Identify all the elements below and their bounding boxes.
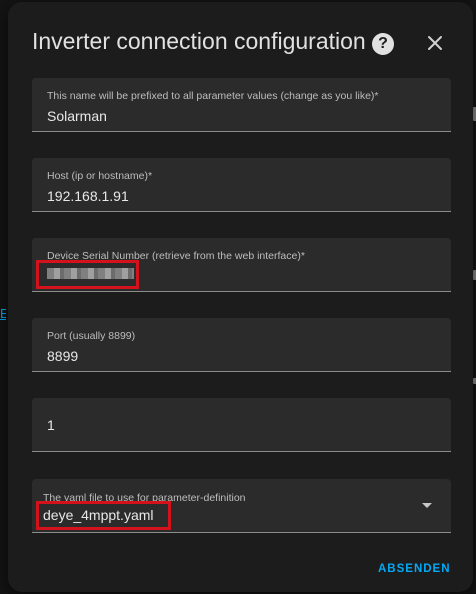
- close-icon[interactable]: [423, 31, 447, 55]
- number-input[interactable]: 1: [47, 416, 55, 434]
- highlight-box: [36, 501, 171, 530]
- host-label: Host (ip or hostname)*: [47, 170, 153, 182]
- number-field[interactable]: 1: [32, 398, 451, 452]
- host-field[interactable]: Host (ip or hostname)* 192.168.1.91: [32, 158, 451, 212]
- highlight-box: [36, 260, 139, 289]
- port-field[interactable]: Port (usually 8899) 8899: [32, 318, 451, 372]
- yaml-file-select[interactable]: The yaml file to use for parameter-defin…: [32, 479, 451, 533]
- host-input[interactable]: 192.168.1.91: [47, 187, 129, 205]
- background-link-fragment[interactable]: E: [0, 307, 6, 321]
- name-prefix-label: This name will be prefixed to all parame…: [47, 90, 379, 102]
- dropdown-arrow-icon[interactable]: [422, 503, 432, 508]
- serial-number-field[interactable]: Device Serial Number (retrieve from the …: [32, 238, 451, 292]
- submit-button[interactable]: ABSENDEN: [372, 557, 456, 581]
- name-prefix-input[interactable]: Solarman: [47, 107, 107, 125]
- name-prefix-field[interactable]: This name will be prefixed to all parame…: [32, 78, 451, 132]
- help-icon[interactable]: ?: [372, 33, 394, 55]
- dialog-title: Inverter connection configuration: [32, 28, 366, 54]
- port-label: Port (usually 8899): [47, 330, 136, 342]
- port-input[interactable]: 8899: [47, 347, 78, 365]
- inverter-config-dialog: Inverter connection configuration ? This…: [8, 2, 473, 592]
